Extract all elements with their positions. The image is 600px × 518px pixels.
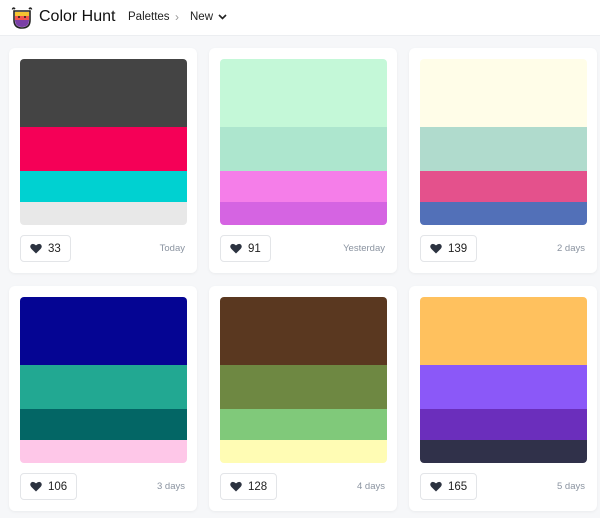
like-button[interactable]: 33 bbox=[20, 235, 71, 262]
color-swatch[interactable] bbox=[420, 440, 587, 463]
heart-icon bbox=[230, 243, 242, 254]
breadcrumb-separator: › bbox=[175, 10, 179, 24]
like-button[interactable]: 91 bbox=[220, 235, 271, 262]
color-swatch[interactable] bbox=[420, 365, 587, 409]
heart-icon bbox=[30, 243, 42, 254]
top-bar: Color Hunt Palettes › New bbox=[0, 0, 600, 36]
color-swatch[interactable] bbox=[420, 202, 587, 225]
palette-preview[interactable] bbox=[220, 297, 387, 463]
color-swatch[interactable] bbox=[20, 365, 187, 409]
palette-card: 33 Today bbox=[9, 48, 197, 273]
brand-name[interactable]: Color Hunt bbox=[39, 8, 115, 26]
color-swatch[interactable] bbox=[20, 409, 187, 440]
logo-icon[interactable] bbox=[11, 6, 33, 30]
palette-date: 3 days bbox=[157, 481, 185, 492]
palette-card: 91 Yesterday bbox=[209, 48, 397, 273]
color-swatch[interactable] bbox=[20, 59, 187, 127]
heart-icon bbox=[230, 481, 242, 492]
heart-icon bbox=[30, 481, 42, 492]
palette-preview[interactable] bbox=[20, 59, 187, 225]
palette-preview[interactable] bbox=[420, 59, 587, 225]
color-swatch[interactable] bbox=[20, 171, 187, 202]
color-swatch[interactable] bbox=[20, 127, 187, 171]
color-swatch[interactable] bbox=[20, 440, 187, 463]
palette-date: Yesterday bbox=[343, 243, 385, 254]
color-swatch[interactable] bbox=[220, 440, 387, 463]
palette-card: 165 5 days bbox=[409, 286, 597, 511]
color-swatch[interactable] bbox=[220, 59, 387, 127]
palette-date: Today bbox=[159, 243, 185, 254]
palette-date: 5 days bbox=[557, 481, 585, 492]
color-swatch[interactable] bbox=[220, 409, 387, 440]
palette-card: 106 3 days bbox=[9, 286, 197, 511]
color-swatch[interactable] bbox=[420, 127, 587, 171]
palette-date: 4 days bbox=[357, 481, 385, 492]
like-count: 33 bbox=[48, 242, 61, 255]
like-count: 106 bbox=[48, 480, 68, 493]
palette-preview[interactable] bbox=[220, 59, 387, 225]
color-swatch[interactable] bbox=[20, 297, 187, 365]
color-swatch[interactable] bbox=[420, 409, 587, 440]
like-count: 139 bbox=[448, 242, 468, 255]
chevron-down-icon bbox=[218, 14, 227, 20]
palette-preview[interactable] bbox=[20, 297, 187, 463]
color-swatch[interactable] bbox=[220, 171, 387, 202]
color-swatch[interactable] bbox=[220, 365, 387, 409]
like-button[interactable]: 165 bbox=[420, 473, 478, 500]
like-button[interactable]: 128 bbox=[220, 473, 278, 500]
like-button[interactable]: 139 bbox=[420, 235, 478, 262]
like-count: 165 bbox=[448, 480, 468, 493]
palette-card: 139 2 days bbox=[409, 48, 597, 273]
color-swatch[interactable] bbox=[220, 127, 387, 171]
like-count: 128 bbox=[248, 480, 268, 493]
sort-dropdown[interactable]: New bbox=[190, 11, 227, 23]
sort-dropdown-label: New bbox=[190, 11, 214, 23]
color-swatch[interactable] bbox=[20, 202, 187, 225]
color-swatch[interactable] bbox=[420, 59, 587, 127]
color-swatch[interactable] bbox=[220, 297, 387, 365]
palette-preview[interactable] bbox=[420, 297, 587, 463]
like-button[interactable]: 106 bbox=[20, 473, 78, 500]
like-count: 91 bbox=[248, 242, 261, 255]
heart-icon bbox=[430, 481, 442, 492]
palette-date: 2 days bbox=[557, 243, 585, 254]
color-swatch[interactable] bbox=[220, 202, 387, 225]
color-swatch[interactable] bbox=[420, 297, 587, 365]
color-swatch[interactable] bbox=[420, 171, 587, 202]
palette-card: 128 4 days bbox=[209, 286, 397, 511]
heart-icon bbox=[430, 243, 442, 254]
breadcrumb-palettes[interactable]: Palettes bbox=[128, 11, 170, 23]
